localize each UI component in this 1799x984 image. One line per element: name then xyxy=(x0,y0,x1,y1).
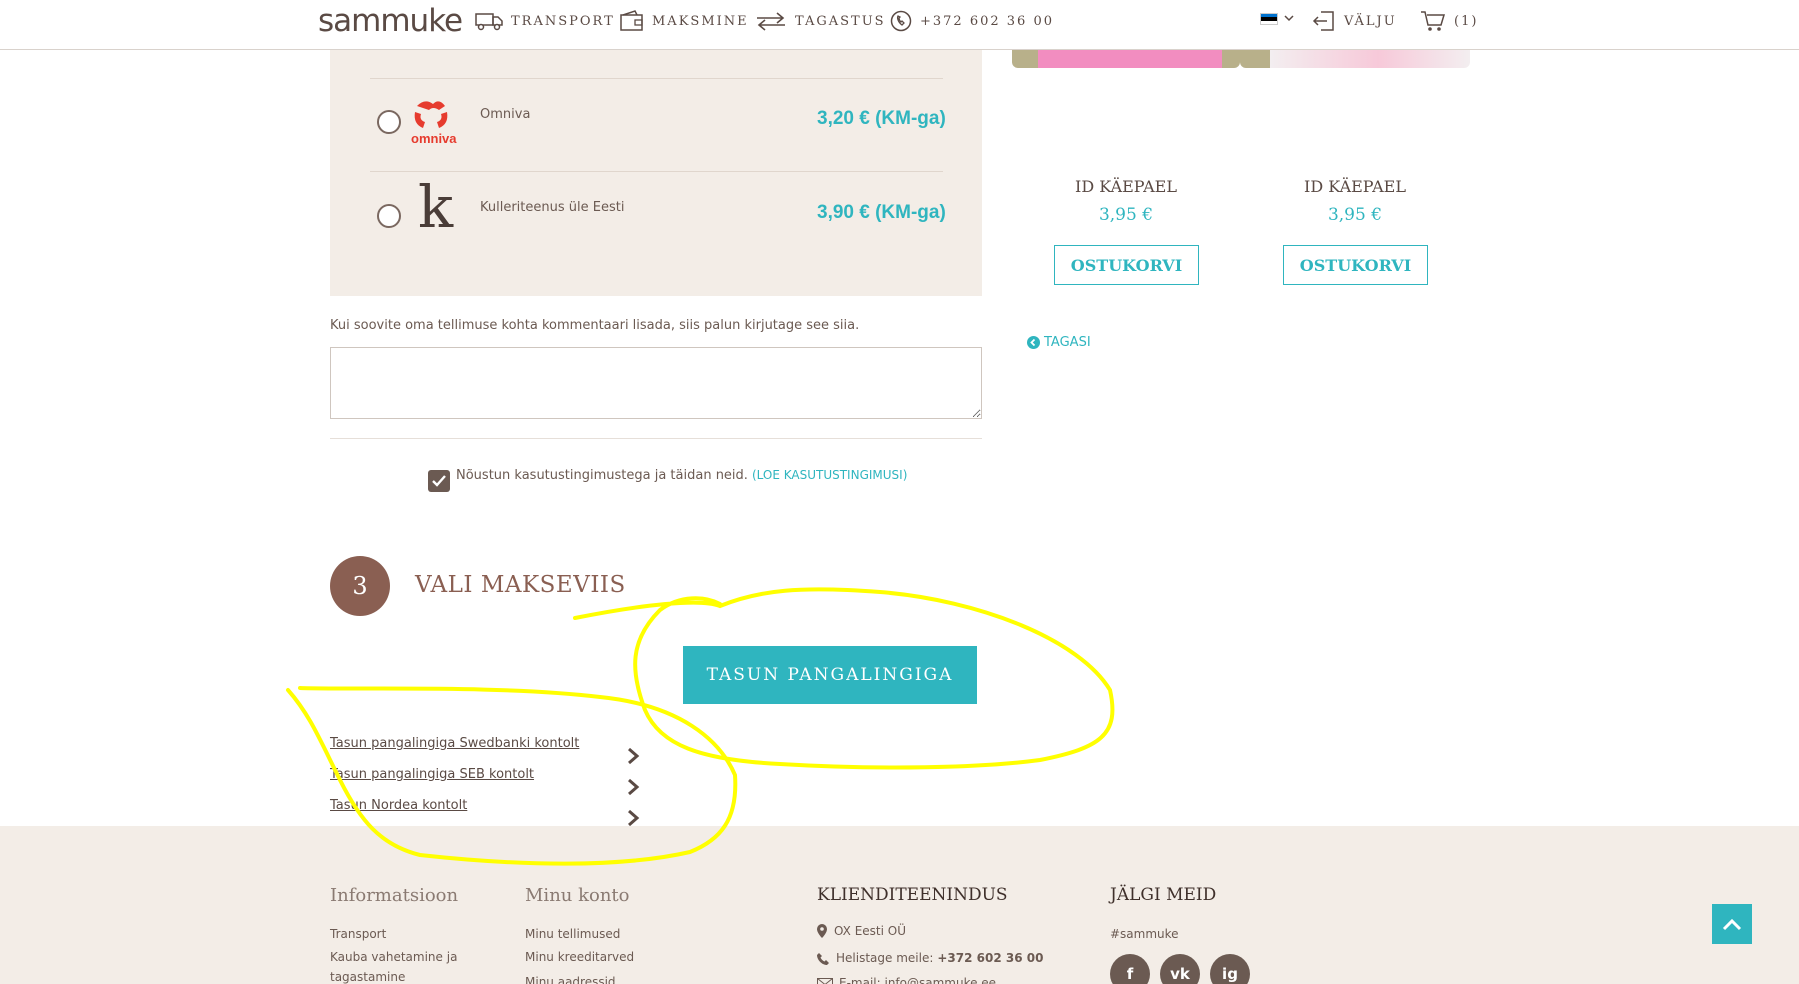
email-text[interactable]: E-mail: info@sammuke.ee xyxy=(839,976,996,984)
product-image[interactable] xyxy=(1012,50,1240,68)
nav-label: TRANSPORT xyxy=(511,13,615,29)
envelope-icon xyxy=(817,977,833,984)
footer-support-title: KLIENDITEENINDUS xyxy=(817,885,1008,905)
phone-icon xyxy=(890,10,912,32)
chevron-down-icon[interactable] xyxy=(1284,15,1294,23)
footer-phone: Helistage meile: +372 602 36 00 xyxy=(817,951,1043,965)
divider xyxy=(370,78,943,79)
payment-step-title: VALI MAKSEVIIS xyxy=(415,572,626,598)
comment-label: Kui soovite oma tellimuse kohta kommenta… xyxy=(330,318,860,333)
divider xyxy=(370,171,943,172)
divider xyxy=(330,438,982,439)
chevron-up-icon xyxy=(1722,918,1742,931)
bank-link-nordea[interactable]: Tasun Nordea kontolt xyxy=(330,798,467,813)
nav-payment[interactable]: MAKSMINE xyxy=(620,9,749,33)
chevron-right-icon[interactable] xyxy=(624,747,642,765)
logout-link[interactable]: VÄLJU xyxy=(1312,9,1397,33)
phone-number[interactable]: +372 602 36 00 xyxy=(937,951,1043,965)
shipping-name-courier: Kulleriteenus üle Eesti xyxy=(480,200,625,215)
terms-link[interactable]: (LOE KASUTUSTINGIMUSI) xyxy=(752,468,907,482)
terms-label: Nõustun kasutustingimustega ja täidan ne… xyxy=(456,468,748,483)
nav-transport[interactable]: TRANSPORT xyxy=(475,9,615,33)
site-logo[interactable]: sammuke xyxy=(318,3,463,39)
footer-account-title: Minu konto xyxy=(525,885,630,906)
footer-link-exchange[interactable]: Kauba vahetamine ja xyxy=(330,950,457,964)
shipping-name-omniva: Omniva xyxy=(480,107,531,122)
footer-info-title: Informatsioon xyxy=(330,885,459,906)
product-name[interactable]: ID KÄEPAEL xyxy=(1011,177,1241,196)
product-name[interactable]: ID KÄEPAEL xyxy=(1240,177,1470,196)
footer-link-transport[interactable]: Transport xyxy=(330,927,386,941)
truck-icon xyxy=(475,13,503,31)
footer-link-credit-notes[interactable]: Minu kreeditarved xyxy=(525,950,634,964)
top-header: sammuke TRANSPORT MAKSMINE TAGASTUS +372… xyxy=(0,0,1799,50)
nav-label: TAGASTUS xyxy=(795,13,886,29)
product-image[interactable] xyxy=(1240,50,1470,68)
company-name: OX Eesti OÜ xyxy=(834,924,907,938)
omniva-logo-icon: omniva xyxy=(411,101,457,146)
add-to-cart-button[interactable]: OSTUKORVI xyxy=(1054,245,1199,285)
scroll-to-top-button[interactable] xyxy=(1712,904,1752,944)
chevron-right-icon[interactable] xyxy=(624,809,642,827)
shipping-radio-courier[interactable] xyxy=(377,204,401,228)
nav-label: +372 602 36 00 xyxy=(920,13,1054,29)
logout-icon xyxy=(1312,11,1334,31)
nav-phone[interactable]: +372 602 36 00 xyxy=(890,9,1054,33)
phone-label: Helistage meile: xyxy=(836,951,934,965)
footer-email: E-mail: info@sammuke.ee xyxy=(817,976,996,984)
shipping-price-courier: 3,90 € (KM-ga) xyxy=(817,202,946,223)
back-label: TAGASI xyxy=(1044,335,1091,350)
footer-link-addresses[interactable]: Minu aadressid xyxy=(525,975,616,984)
language-flag-estonia[interactable] xyxy=(1260,13,1278,25)
phone-icon xyxy=(817,952,829,965)
cart-link[interactable]: (1) xyxy=(1420,9,1478,33)
product-price: 3,95 € xyxy=(1327,205,1383,225)
back-arrow-circle-icon xyxy=(1027,336,1040,349)
comment-textarea[interactable] xyxy=(330,347,982,419)
return-arrows-icon xyxy=(757,12,785,31)
wallet-icon xyxy=(620,10,643,31)
omniva-logo-text: omniva xyxy=(411,131,457,146)
nav-label: MAKSMINE xyxy=(652,13,749,29)
pay-with-banklink-button[interactable]: TASUN PANGALINGIGA xyxy=(683,646,977,704)
terms-text: Nõustun kasutustingimustega ja täidan ne… xyxy=(456,468,907,483)
chevron-right-icon[interactable] xyxy=(624,778,642,796)
footer-link-returns[interactable]: tagastamine xyxy=(330,970,405,984)
step-number-badge: 3 xyxy=(330,556,390,616)
cart-count: (1) xyxy=(1454,13,1479,29)
footer-follow-title: JÄLGI MEID xyxy=(1110,885,1217,905)
footer-link-orders[interactable]: Minu tellimused xyxy=(525,927,620,941)
location-pin-icon xyxy=(817,924,827,938)
bank-link-seb[interactable]: Tasun pangalingiga SEB kontolt xyxy=(330,767,534,782)
product-price: 3,95 € xyxy=(1098,205,1154,225)
terms-checkbox[interactable] xyxy=(428,470,450,492)
shipping-price-omniva: 3,20 € (KM-ga) xyxy=(817,108,946,129)
checkmark-icon xyxy=(432,475,446,487)
footer-hashtag: #sammuke xyxy=(1110,927,1179,941)
footer-company: OX Eesti OÜ xyxy=(817,924,906,938)
nav-returns[interactable]: TAGASTUS xyxy=(755,9,886,33)
back-link[interactable]: TAGASI xyxy=(1027,335,1091,350)
add-to-cart-button[interactable]: OSTUKORVI xyxy=(1283,245,1428,285)
logout-label: VÄLJU xyxy=(1344,13,1397,29)
cart-icon xyxy=(1421,11,1446,31)
courier-logo-icon: k xyxy=(418,173,454,241)
bank-link-swedbank[interactable]: Tasun pangalingiga Swedbanki kontolt xyxy=(330,736,579,751)
shipping-radio-omniva[interactable] xyxy=(377,110,401,134)
